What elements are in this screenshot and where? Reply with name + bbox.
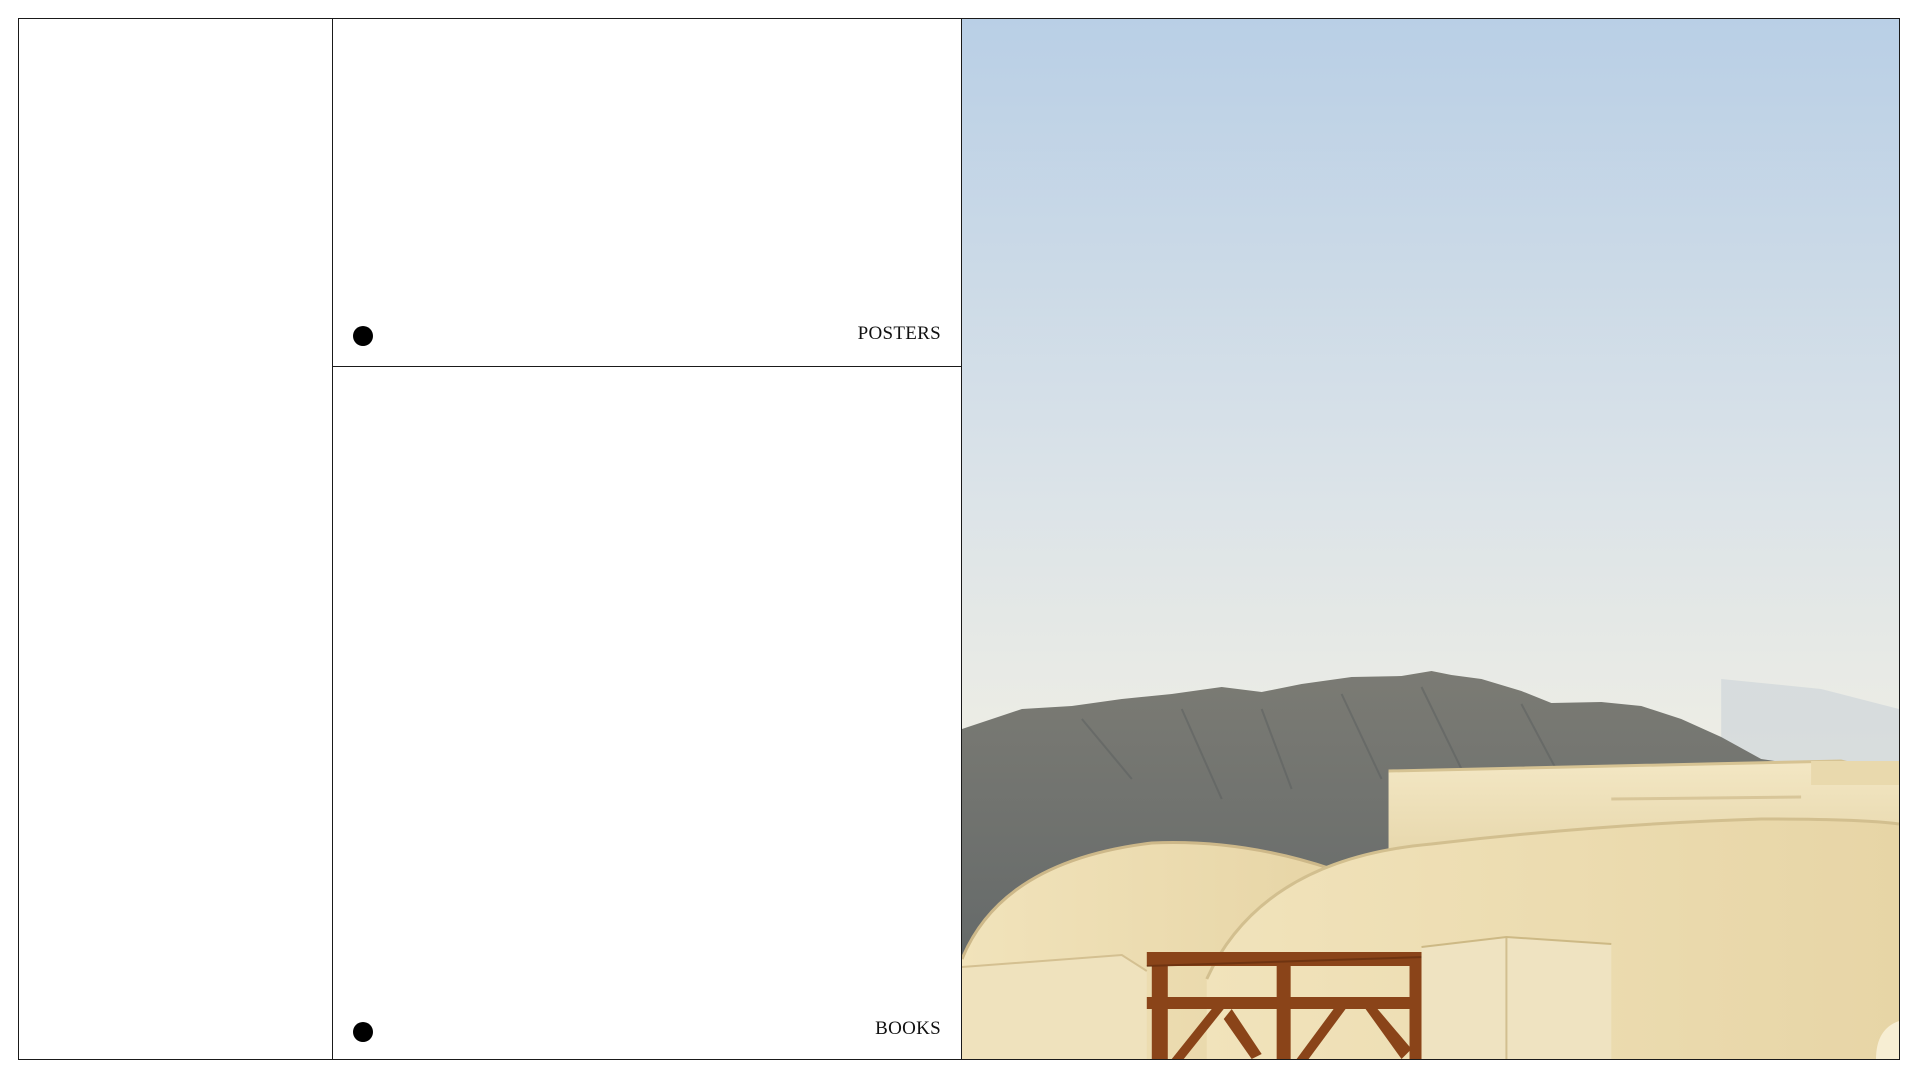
hero-photo	[961, 19, 1899, 1059]
left-wall-block	[962, 955, 1147, 1059]
books-link[interactable]: BOOKS	[333, 367, 961, 1061]
bullet-dot-icon	[353, 326, 373, 346]
right-pillar	[1421, 937, 1612, 1059]
posters-link[interactable]: POSTERS	[333, 19, 961, 367]
page-frame: POSTERS BOOKS	[18, 18, 1900, 1060]
category-column: POSTERS BOOKS	[333, 19, 961, 1059]
books-label: BOOKS	[875, 1018, 941, 1039]
bullet-dot-icon	[353, 1022, 373, 1042]
posters-label: POSTERS	[857, 323, 941, 344]
left-empty-column	[19, 19, 333, 1059]
santorini-photo-image	[962, 19, 1899, 1059]
